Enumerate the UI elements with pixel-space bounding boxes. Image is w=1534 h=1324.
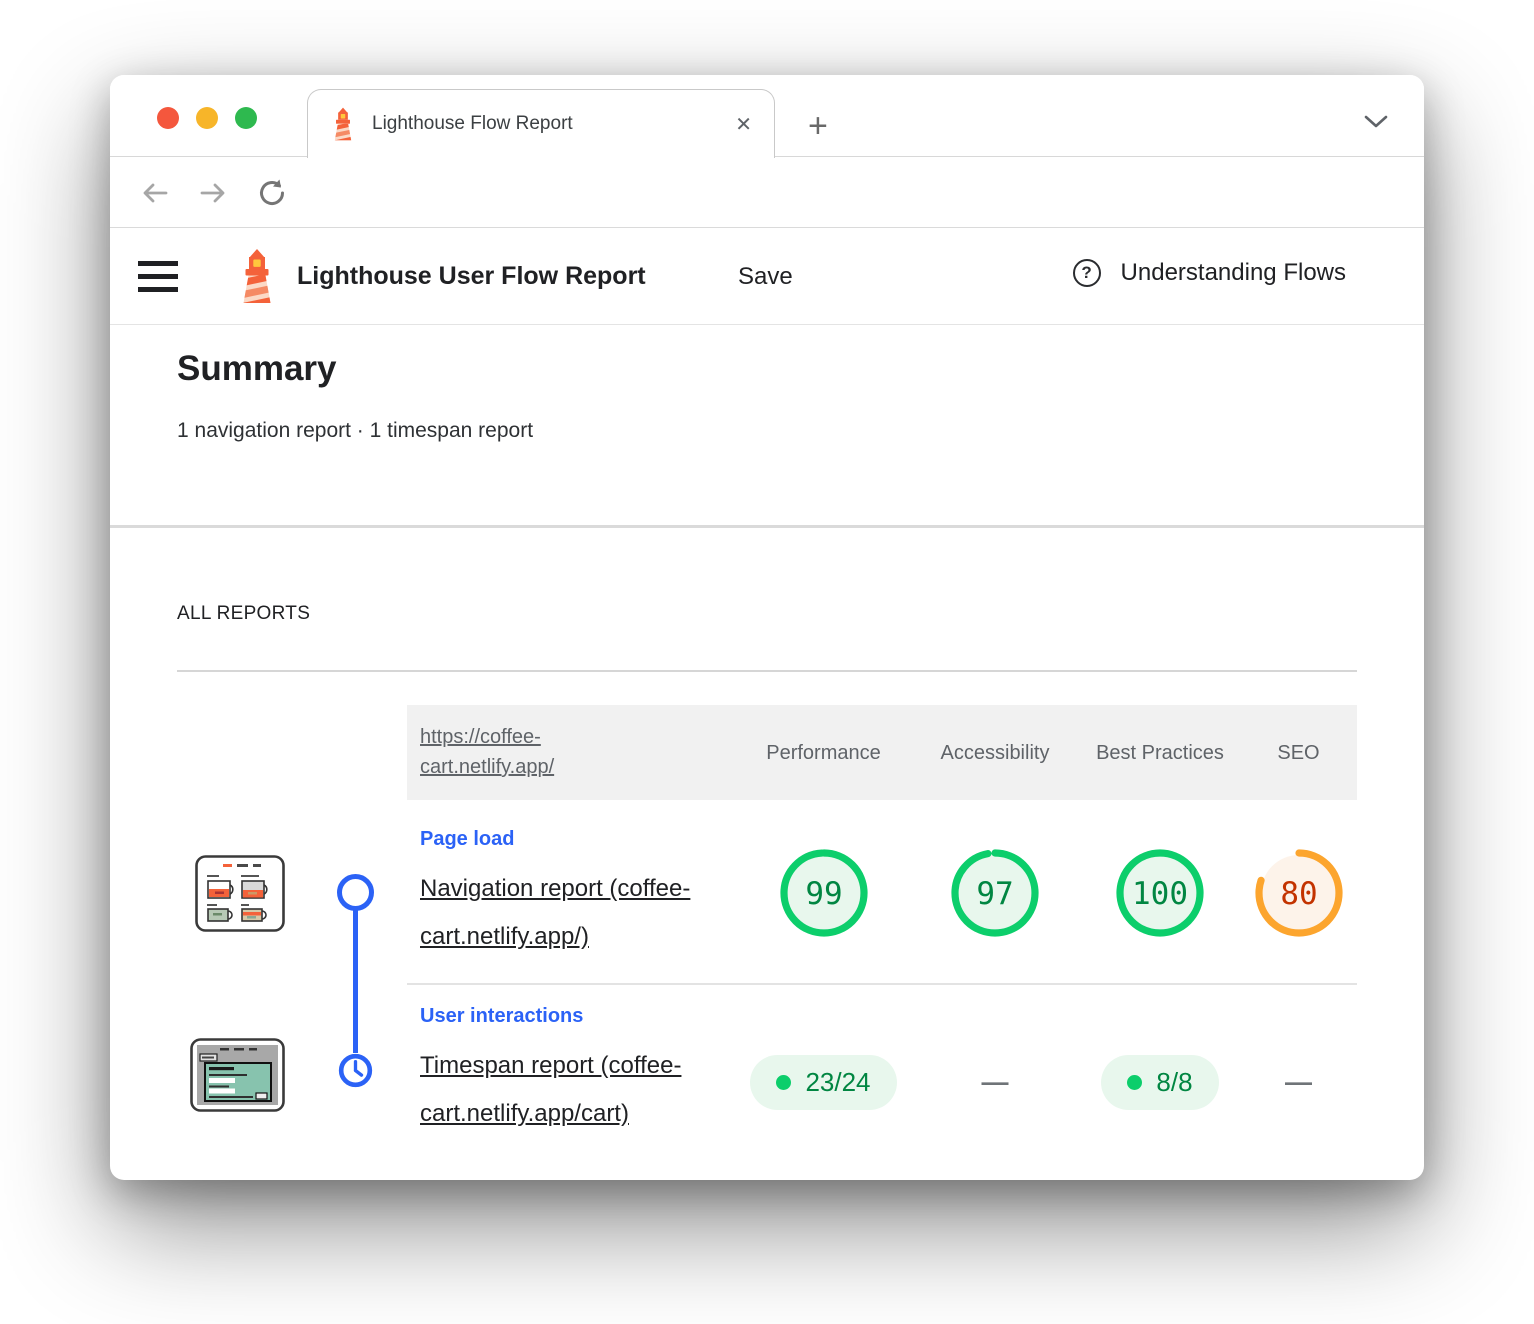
column-header-best-practices: Best Practices (1080, 705, 1240, 800)
score-value: 100 (1132, 876, 1188, 912)
report-link[interactable]: Navigation report (coffee-cart.netlify.a… (420, 865, 755, 961)
browser-toolbar: file:///Users/username/Documents/chrome/… (110, 158, 1424, 228)
lighthouse-favicon (330, 107, 356, 141)
reports-divider (177, 670, 1357, 672)
score-cell: 80 (1240, 800, 1357, 985)
site-url-link[interactable]: https://coffee-cart.netlify.app/ (420, 722, 635, 782)
reload-icon[interactable] (256, 177, 288, 209)
save-button[interactable]: Save (738, 263, 793, 291)
chevron-down-icon[interactable] (1364, 115, 1388, 129)
score-cell: 100 (1080, 800, 1240, 985)
section-divider (110, 525, 1424, 528)
report-row: User interactions Timespan report (coffe… (110, 985, 1424, 1180)
browser-titlebar: Lighthouse Flow Report ✕ + (110, 75, 1424, 157)
help-label: Understanding Flows (1121, 259, 1346, 287)
summary-section: Summary 1 navigation report · 1 timespan… (110, 325, 1424, 525)
browser-window: Lighthouse Flow Report ✕ + (110, 75, 1424, 1180)
score-gauge: 99 (777, 846, 871, 940)
score-value: 97 (976, 876, 1013, 912)
score-cell: 99 (737, 800, 910, 985)
report-app-header: Lighthouse User Flow Report Save ? Under… (110, 229, 1424, 325)
score-value: 99 (805, 876, 842, 912)
reports-table-header: https://coffee-cart.netlify.app/ Perform… (407, 705, 1357, 800)
score-gauge: 100 (1113, 846, 1207, 940)
audit-count-badge: 8/8 (1101, 1055, 1218, 1110)
zoom-window-button[interactable] (235, 107, 257, 129)
score-cell: 97 (910, 800, 1080, 985)
tab-title: Lighthouse Flow Report (372, 113, 731, 135)
report-link[interactable]: Timespan report (coffee-cart.netlify.app… (420, 1042, 755, 1138)
new-tab-icon[interactable]: + (808, 109, 828, 143)
pass-dot-icon (1127, 1075, 1142, 1090)
tab-close-icon[interactable]: ✕ (731, 112, 756, 137)
report-kind-label: User interactions (420, 1005, 583, 1028)
report-kind-label: Page load (420, 828, 514, 851)
all-reports-heading: ALL REPORTS (177, 603, 310, 625)
app-title: Lighthouse User Flow Report (297, 262, 646, 291)
close-window-button[interactable] (157, 107, 179, 129)
column-header-performance: Performance (737, 705, 910, 800)
pass-dot-icon (776, 1075, 791, 1090)
forward-arrow-icon[interactable] (198, 180, 228, 206)
score-cell: — (1240, 985, 1357, 1180)
summary-title: Summary (177, 349, 337, 389)
hamburger-menu-icon[interactable] (138, 259, 178, 294)
column-header-seo: SEO (1240, 705, 1357, 800)
score-gauge: 80 (1252, 846, 1346, 940)
minimize-window-button[interactable] (196, 107, 218, 129)
screenshot-stage: Lighthouse Flow Report ✕ + (0, 0, 1534, 1324)
score-cell: 23/24 (737, 985, 910, 1180)
audit-count-badge: 23/24 (750, 1055, 896, 1110)
score-cell: 8/8 (1080, 985, 1240, 1180)
score-gauge: 97 (948, 846, 1042, 940)
back-arrow-icon[interactable] (140, 180, 170, 206)
macos-traffic-lights (157, 107, 257, 129)
score-value: 80 (1280, 876, 1317, 912)
column-header-accessibility: Accessibility (910, 705, 1080, 800)
summary-subtitle: 1 navigation report · 1 timespan report (177, 419, 533, 443)
audit-count-value: 23/24 (805, 1067, 870, 1098)
report-row: Page load Navigation report (coffee-cart… (110, 800, 1424, 985)
no-score-dash: — (1285, 1067, 1312, 1098)
understanding-flows-link[interactable]: ? Understanding Flows (1073, 259, 1346, 287)
lighthouse-logo (236, 247, 278, 305)
score-cell: — (910, 985, 1080, 1180)
no-score-dash: — (982, 1067, 1009, 1098)
help-circle-icon: ? (1073, 259, 1101, 287)
audit-count-value: 8/8 (1156, 1067, 1192, 1098)
browser-tab[interactable]: Lighthouse Flow Report ✕ (307, 89, 775, 158)
